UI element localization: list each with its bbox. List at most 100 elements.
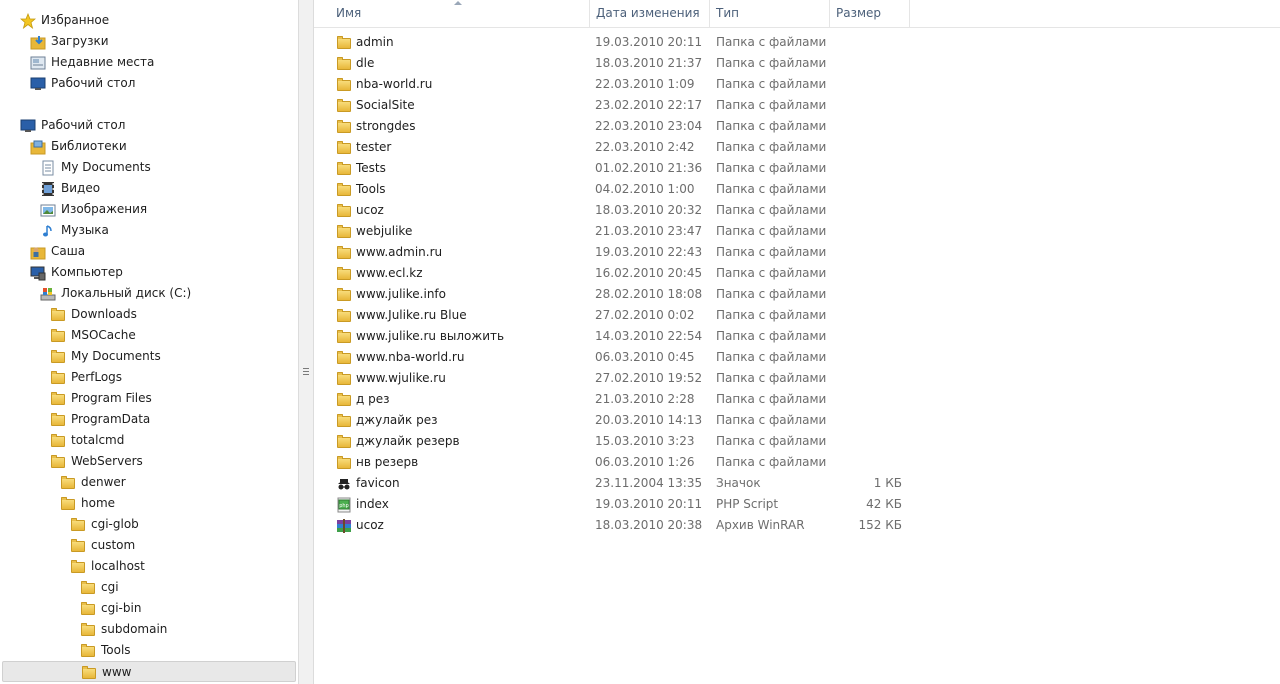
file-name: www.nba-world.ru [356,350,465,364]
nav-item-desktop-fav[interactable]: Рабочий стол [0,73,298,94]
nav-folder-programdata[interactable]: ProgramData [0,409,298,430]
file-row[interactable]: ucoz 18.03.2010 20:38 Архив WinRAR 152 КБ [334,515,904,536]
file-row[interactable]: джулайк резерв 15.03.2010 3:23 Папка с фай… [334,431,904,452]
nav-folder-www[interactable]: www [2,661,296,682]
folder-icon [336,413,352,429]
nav-item-pictures[interactable]: Изображения [0,199,298,220]
nav-libraries[interactable]: Библиотеки [0,136,298,157]
file-row[interactable]: strongdes 22.03.2010 23:04 Папка с файлами [334,116,904,137]
file-row[interactable]: Tools 04.02.2010 1:00 Папка с файлами [334,179,904,200]
column-header-date[interactable]: Дата изменения [590,0,710,27]
nav-label: Downloads [71,307,137,321]
file-type: Папка с файлами [716,371,827,385]
file-type: Архив WinRAR [716,518,805,532]
file-row[interactable]: SocialSite 23.02.2010 22:17 Папка с файлам… [334,95,904,116]
nav-folder-totalcmd[interactable]: totalcmd [0,430,298,451]
folder-icon [50,349,66,365]
nav-desktop[interactable]: Рабочий стол [0,115,298,136]
nav-folder-downloads[interactable]: Downloads [0,304,298,325]
file-row[interactable]: джулайк рез 20.03.2010 14:13 Папка с файла… [334,410,904,431]
file-row[interactable]: www.nba-world.ru 06.03.2010 0:45 Папка с ф… [334,347,904,368]
nav-user[interactable]: Саша [0,241,298,262]
file-name: admin [356,35,394,49]
nav-folder-denwer[interactable]: denwer [0,472,298,493]
folder-icon [336,434,352,450]
downloads-folder-icon [30,36,46,50]
file-row[interactable]: dle 18.03.2010 21:37 Папка с файлами [334,53,904,74]
file-name: www.admin.ru [356,245,443,259]
nav-folder-cgi-glob[interactable]: cgi-glob [0,514,298,535]
file-size: 152 КБ [858,518,902,532]
nav-label: Рабочий стол [41,118,126,132]
music-icon [43,225,52,237]
file-name: Tests [356,161,386,175]
file-row[interactable]: www.ecl.kz 16.02.2010 20:45 Папка с файлам… [334,263,904,284]
nav-folder-cgi[interactable]: cgi [0,577,298,598]
nav-item-my-documents[interactable]: My Documents [0,157,298,178]
file-row[interactable]: нв резерв 06.03.2010 1:26 Папка с файлами [334,452,904,473]
nav-folder-subdomain[interactable]: subdomain [0,619,298,640]
nav-folder-localhost[interactable]: localhost [0,556,298,577]
file-row[interactable]: tester 22.03.2010 2:42 Папка с файлами [334,137,904,158]
nav-folder-cgi-bin[interactable]: cgi-bin [0,598,298,619]
pane-splitter[interactable] [298,0,314,684]
nav-folder-program-files[interactable]: Program Files [0,388,298,409]
file-row[interactable]: www.admin.ru 19.03.2010 22:43 Папка с файл… [334,242,904,263]
nav-folder-perflogs[interactable]: PerfLogs [0,367,298,388]
file-date: 21.03.2010 23:47 [595,224,703,238]
file-row[interactable]: www.julike.info 28.02.2010 18:08 Папка с ф… [334,284,904,305]
folder-icon [336,161,352,177]
folder-icon [336,308,352,324]
file-row[interactable]: webjulike 21.03.2010 23:47 Папка с файлами [334,221,904,242]
column-header-size[interactable]: Размер [830,0,910,27]
file-type: Папка с файлами [716,392,827,406]
file-row[interactable]: ucoz 18.03.2010 20:32 Папка с файлами [334,200,904,221]
file-row[interactable]: www.wjulike.ru 27.02.2010 19:52 Папка с фа… [334,368,904,389]
file-row[interactable]: www.Julike.ru Blue 27.02.2010 0:02 Папка с… [334,305,904,326]
nav-label: WebServers [71,454,143,468]
file-date: 20.03.2010 14:13 [595,413,703,427]
file-name: ucoz [356,518,384,532]
user-folder-icon [30,247,46,260]
file-date: 06.03.2010 1:26 [595,455,695,469]
folder-icon [50,412,66,428]
nav-favorites[interactable]: Избранное [0,10,298,31]
nav-item-video[interactable]: Видео [0,178,298,199]
nav-computer[interactable]: Компьютер [0,262,298,283]
pictures-icon [40,204,56,217]
file-row[interactable]: favicon 23.11.2004 13:35 Значок 1 КБ [334,473,904,494]
navigation-pane[interactable]: Избранное Загрузки Недавние места Рабочи… [0,0,298,684]
nav-folder-home[interactable]: home [0,493,298,514]
file-name: ucoz [356,203,384,217]
file-list-pane[interactable]: Имя Дата изменения Тип Размер admin 19.03… [314,0,1280,684]
nav-item-music[interactable]: Музыка [0,220,298,241]
nav-label: Недавние места [51,55,155,69]
file-date: 04.02.2010 1:00 [595,182,695,196]
file-row[interactable]: php index 19.03.2010 20:11 PHP Script 42 КБ [334,494,904,515]
nav-folder-tools[interactable]: Tools [0,640,298,661]
file-row[interactable]: д рез 21.03.2010 2:28 Папка с файлами [334,389,904,410]
file-name: www.Julike.ru Blue [356,308,467,322]
nav-folder-webservers[interactable]: WebServers [0,451,298,472]
nav-folder-msocache[interactable]: MSOCache [0,325,298,346]
file-row[interactable]: admin 19.03.2010 20:11 Папка с файлами [334,32,904,53]
star-icon [20,13,36,29]
nav-label: Изображения [61,202,148,216]
file-date: 19.03.2010 20:11 [595,35,703,49]
nav-folder-my-documents[interactable]: My Documents [0,346,298,367]
nav-local-disk[interactable]: Локальный диск (C:) [0,283,298,304]
computer-icon [30,266,46,281]
column-header-type[interactable]: Тип [710,0,830,27]
splitter-grip[interactable] [303,368,309,376]
file-name: д рез [356,392,390,406]
file-row[interactable]: www.julike.ru выложить 14.03.2010 22:54 Па… [334,326,904,347]
file-size: 42 КБ [866,497,902,511]
folder-icon [336,203,352,219]
nav-folder-custom[interactable]: custom [0,535,298,556]
sort-ascending-icon [454,1,462,5]
folder-icon [336,119,352,135]
nav-item-downloads[interactable]: Загрузки [0,31,298,52]
file-row[interactable]: nba-world.ru 22.03.2010 1:09 Папка с файла… [334,74,904,95]
file-row[interactable]: Tests 01.02.2010 21:36 Папка с файлами [334,158,904,179]
nav-item-recent-places[interactable]: Недавние места [0,52,298,73]
